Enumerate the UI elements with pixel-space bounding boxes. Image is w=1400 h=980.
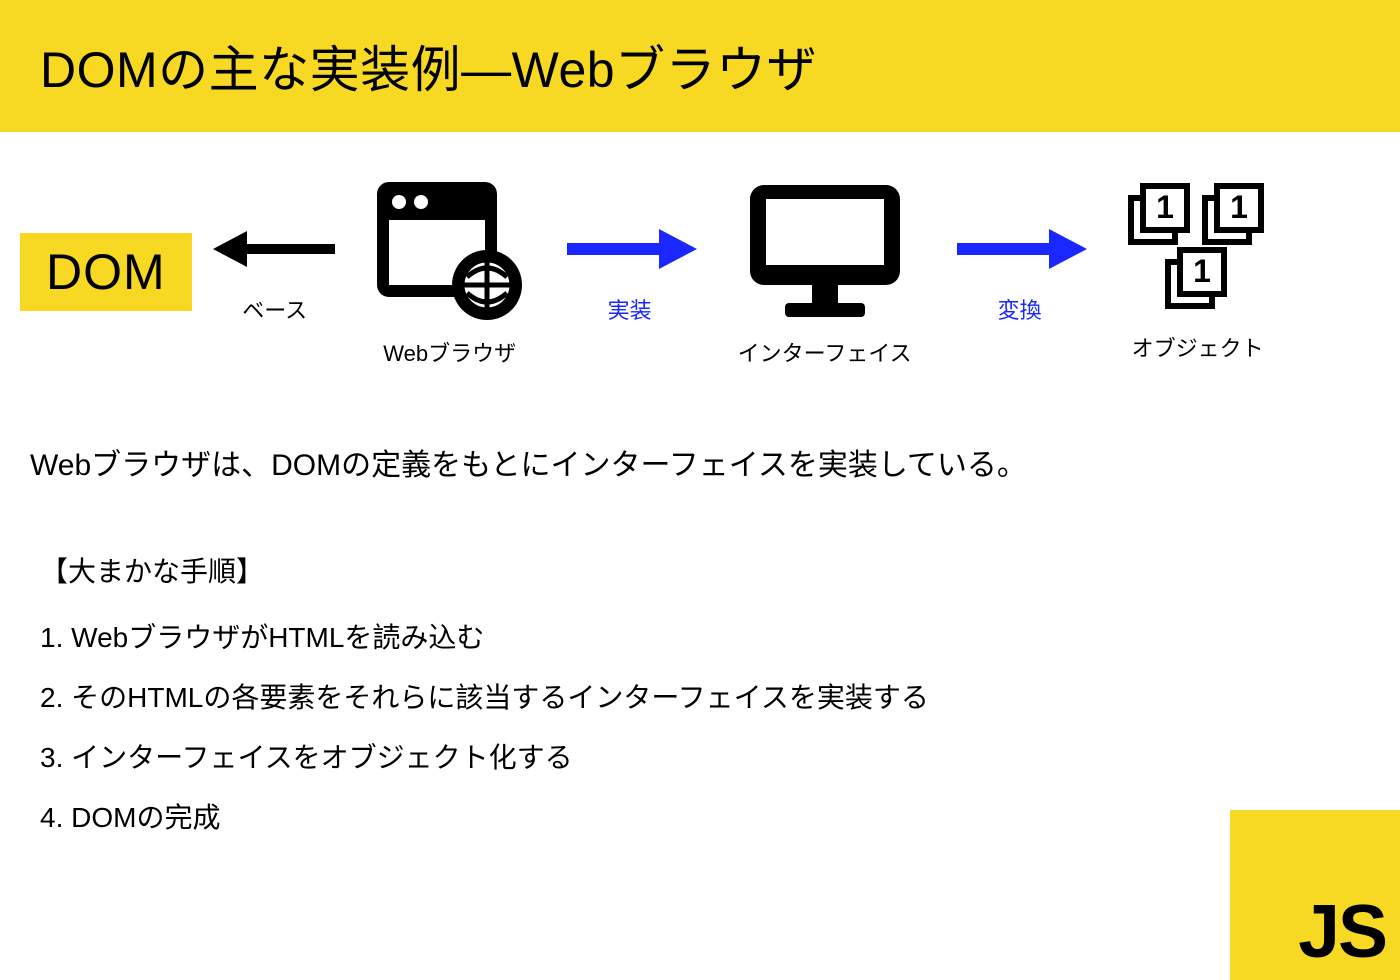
object-label: オブジェクト [1132,331,1264,363]
arrow-base: ベース [200,219,350,325]
steps-heading: 【大まかな手順】 [40,550,1400,590]
svg-text:1: 1 [1230,189,1248,225]
svg-text:1: 1 [1156,189,1174,225]
js-badge: JS [1230,810,1400,980]
interface-node: インターフェイス [710,177,940,368]
description-text: Webブラウザは、DOMの定義をもとにインターフェイスを実装している。 [30,442,1370,490]
arrow-convert: 変換 [940,219,1100,325]
js-badge-text: JS [1298,888,1386,974]
arrow-base-label: ベース [242,293,307,325]
list-item: そのHTMLの各要素をそれらに該当するインターフェイスを実装する [40,676,1400,716]
monitor-icon [740,177,910,322]
arrow-implement: 実装 [550,219,710,325]
browser-label: Webブラウザ [383,336,516,368]
list-item: DOMの完成 [40,796,1400,836]
svg-text:1: 1 [1193,253,1211,289]
arrow-left-icon [205,219,345,279]
dom-node: DOM [20,233,192,311]
arrow-right-icon [555,219,705,279]
arrow-right-icon [945,219,1095,279]
title-bar: DOMの主な実装例—Webブラウザ [0,0,1400,132]
object-node: 1 1 1 オブジェクト [1108,182,1288,363]
browser-globe-icon [372,177,527,322]
concept-diagram: DOM ベース Webブラウザ 実装 [0,162,1400,382]
interface-label: インターフェイス [738,336,912,368]
steps-list: WebブラウザがHTMLを読み込む そのHTMLの各要素をそれらに該当するインタ… [40,616,1400,836]
objects-icon: 1 1 1 [1123,182,1273,317]
list-item: WebブラウザがHTMLを読み込む [40,616,1400,656]
browser-node: Webブラウザ [350,177,550,368]
list-item: インターフェイスをオブジェクト化する [40,736,1400,776]
arrow-implement-label: 実装 [608,293,652,325]
page-title: DOMの主な実装例—Webブラウザ [40,30,1360,102]
arrow-convert-label: 変換 [998,293,1042,325]
